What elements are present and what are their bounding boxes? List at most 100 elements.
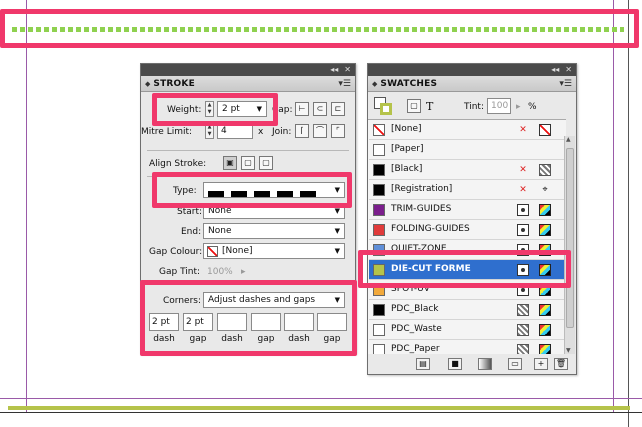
swatch-row[interactable]: [None] ✕ — [369, 120, 564, 140]
cmyk-mode-icon — [539, 164, 551, 176]
gap-tint-value[interactable]: 100% — [207, 267, 233, 277]
end-dropdown[interactable]: None ▼ — [203, 223, 345, 239]
swatch-color-chip — [373, 184, 385, 196]
panel-menu-icon[interactable]: ▾☰ — [338, 79, 351, 89]
process-color-icon — [539, 224, 551, 236]
swatch-color-chip — [373, 144, 385, 156]
swatch-color-chip — [373, 344, 385, 354]
swatch-scrollbar[interactable]: ▲ ▼ — [564, 136, 575, 354]
tint-input[interactable]: 100 — [487, 98, 511, 114]
swatch-name: TRIM-GUIDES — [391, 204, 452, 214]
align-outside-button[interactable]: ▢ — [259, 156, 273, 170]
swatches-panel-topbar: ◂◂ ✕ — [368, 64, 576, 76]
highlight-dotted-line — [0, 9, 639, 48]
swatch-name: PDC_Paper — [391, 344, 440, 354]
mitre-join-button[interactable]: ⌈ — [295, 124, 309, 138]
none-icon — [539, 124, 551, 136]
margin-guide-right — [613, 0, 614, 412]
swatch-row[interactable]: TRIM-GUIDES — [369, 200, 564, 220]
stroke-panel-title: STROKE — [153, 78, 195, 89]
collapse-icon[interactable]: ◂◂ — [330, 65, 338, 75]
gap-colour-dropdown[interactable]: [None] ▼ — [203, 243, 345, 259]
margin-guide-bottom — [0, 398, 642, 399]
highlight-die-cut-swatch — [358, 250, 571, 288]
tint-slider-arrow-icon[interactable]: ▸ — [516, 102, 521, 112]
swatch-name: [Black] — [391, 164, 423, 174]
align-center-button[interactable]: ▣ — [223, 156, 237, 170]
swatch-color-chip — [373, 164, 385, 176]
tint-unit: % — [528, 102, 537, 112]
delete-swatch-icon[interactable]: 🗑 — [554, 358, 568, 370]
align-inside-button[interactable]: ▢ — [241, 156, 255, 170]
none-swatch-icon — [207, 246, 218, 257]
projecting-cap-button[interactable]: ⊏ — [331, 102, 345, 116]
stroke-panel-topbar: ◂◂ ✕ — [141, 64, 355, 76]
swatch-name: PDC_Waste — [391, 324, 442, 334]
panel-toggle-icon[interactable]: ◆ — [145, 80, 150, 88]
cmyk-mode-icon — [517, 324, 529, 336]
swatch-row[interactable]: PDC_Black — [369, 300, 564, 320]
die-cut-stroke-line[interactable] — [8, 406, 630, 410]
gap-tint-label: Gap Tint: — [159, 267, 201, 277]
no-edit-icon: ✕ — [519, 125, 527, 135]
end-value: None — [208, 226, 232, 236]
swatch-color-chip — [373, 324, 385, 336]
gap-colour-value: [None] — [222, 246, 253, 256]
close-icon[interactable]: ✕ — [344, 65, 351, 75]
process-color-icon — [539, 304, 551, 316]
process-color-icon — [539, 344, 551, 354]
panel-toggle-icon[interactable]: ◆ — [372, 80, 377, 88]
stroke-panel-header[interactable]: ◆ STROKE ▾☰ — [141, 76, 355, 92]
process-color-icon — [539, 204, 551, 216]
swatch-row[interactable]: [Registration] ✕ ⌖ — [369, 180, 564, 200]
swatch-row[interactable]: FOLDING-GUIDES — [369, 220, 564, 240]
margin-guide-left — [26, 0, 27, 412]
bleed-guide-right — [628, 0, 629, 427]
process-color-icon — [539, 324, 551, 336]
show-gradient-swatches-icon[interactable] — [478, 358, 492, 370]
bevel-join-button[interactable]: ⌜ — [331, 124, 345, 138]
round-cap-button[interactable]: ⊂ — [313, 102, 327, 116]
new-color-group-icon[interactable]: ▭ — [508, 358, 522, 370]
formatting-container-icon[interactable]: ▢ — [407, 99, 421, 113]
swatch-name: [Registration] — [391, 184, 453, 194]
round-join-button[interactable]: ⌒ — [313, 124, 327, 138]
swatches-panel: ◂◂ ✕ ◆ SWATCHES ▾☰ ▢ T Tint: 100 ▸ % [No… — [367, 63, 577, 375]
cmyk-mode-icon — [517, 304, 529, 316]
swatch-color-chip — [373, 124, 385, 136]
show-all-swatches-icon[interactable]: ▤ — [416, 358, 430, 370]
scroll-down-icon[interactable]: ▼ — [566, 347, 571, 354]
swatch-row[interactable]: PDC_Waste — [369, 320, 564, 340]
swatch-row[interactable]: [Paper] — [369, 140, 564, 160]
highlight-weight — [152, 93, 278, 126]
join-label: Join: — [272, 127, 292, 137]
swatch-row[interactable]: PDC_Paper — [369, 340, 564, 354]
spot-color-icon — [517, 224, 529, 236]
scroll-thumb[interactable] — [566, 148, 574, 328]
separator — [147, 150, 349, 151]
highlight-type — [152, 172, 352, 208]
chevron-down-icon: ▼ — [334, 247, 340, 255]
scroll-up-icon[interactable]: ▲ — [566, 136, 571, 143]
new-swatch-icon[interactable]: + — [534, 358, 548, 370]
align-stroke-label: Align Stroke: — [149, 159, 207, 169]
close-icon[interactable]: ✕ — [565, 65, 572, 75]
panel-menu-icon[interactable]: ▾☰ — [559, 79, 572, 89]
swatch-name: [Paper] — [391, 144, 424, 154]
mitre-limit-label: Mitre Limit: — [141, 127, 193, 137]
fill-stroke-icon[interactable] — [374, 97, 392, 115]
swatch-name: PDC_Black — [391, 304, 439, 314]
butt-cap-button[interactable]: ⊢ — [295, 102, 309, 116]
page-edge-line — [0, 412, 642, 413]
swatches-panel-header[interactable]: ◆ SWATCHES ▾☰ — [368, 76, 576, 92]
formatting-text-icon[interactable]: T — [426, 100, 433, 113]
swatch-color-chip — [373, 304, 385, 316]
collapse-icon[interactable]: ◂◂ — [551, 65, 559, 75]
swatches-panel-title: SWATCHES — [380, 78, 438, 89]
slider-arrow-icon[interactable]: ▸ — [241, 267, 246, 277]
show-color-swatches-icon[interactable]: ■ — [448, 358, 462, 370]
highlight-corners — [140, 280, 357, 356]
swatch-row[interactable]: [Black] ✕ — [369, 160, 564, 180]
swatch-name: [None] — [391, 124, 422, 134]
swatch-color-chip — [373, 204, 385, 216]
